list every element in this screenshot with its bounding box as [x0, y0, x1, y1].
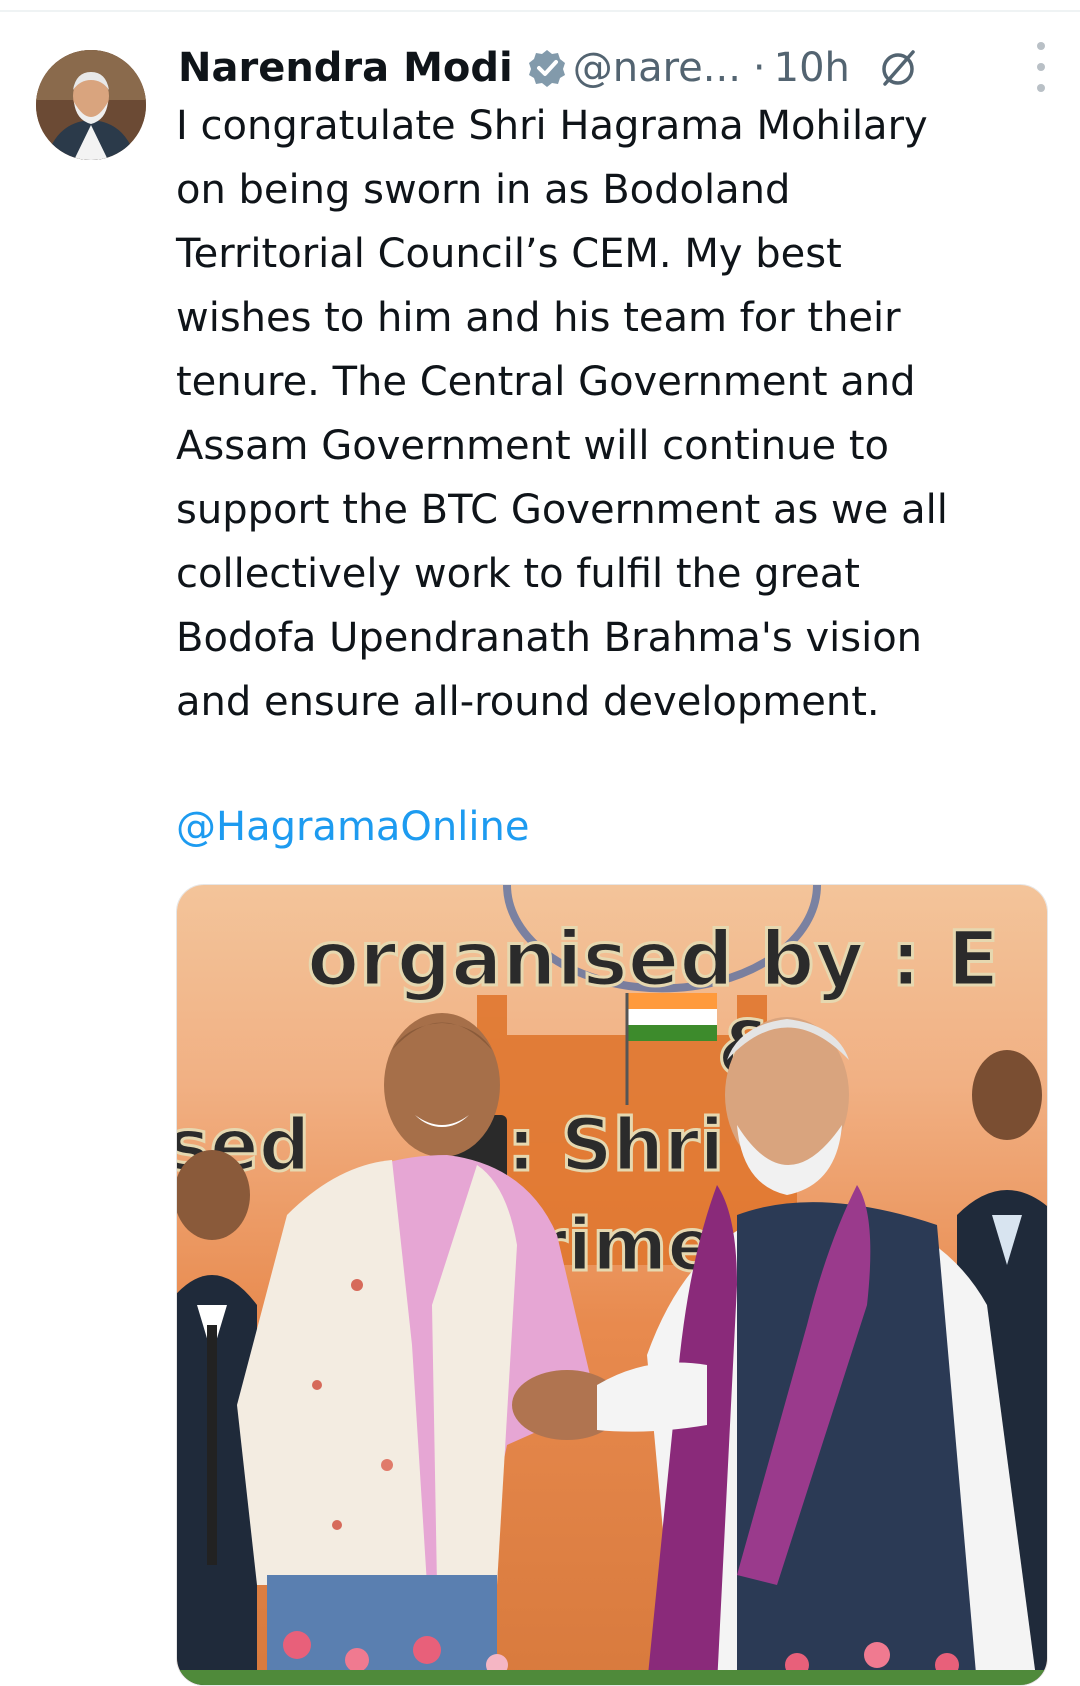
tweet[interactable]: Narendra Modi @nare... · 10h I congratul…: [0, 12, 1080, 1686]
mention-link[interactable]: @HagramaOnline: [176, 797, 529, 857]
author-handle[interactable]: @nare...: [573, 45, 741, 91]
top-divider: [0, 0, 1080, 12]
no-circle-icon[interactable]: [876, 46, 920, 90]
author-name[interactable]: Narendra Modi: [178, 45, 513, 91]
tweet-text: I congratulate Shri Hagrama Mohilary on …: [176, 103, 948, 725]
separator-dot: ·: [752, 45, 766, 91]
timestamp[interactable]: 10h: [774, 45, 850, 91]
tweet-image[interactable]: organised by : E & sed : Shri rime: [176, 884, 1048, 1686]
tweet-header: Narendra Modi @nare... · 10h: [178, 38, 1060, 98]
more-vertical-icon[interactable]: [1032, 42, 1050, 92]
banner-text-shri: : Shri: [507, 1103, 724, 1187]
banner-text-organised: organised by : E: [307, 914, 999, 1003]
verified-badge-icon: [527, 48, 567, 88]
avatar[interactable]: [36, 50, 146, 160]
